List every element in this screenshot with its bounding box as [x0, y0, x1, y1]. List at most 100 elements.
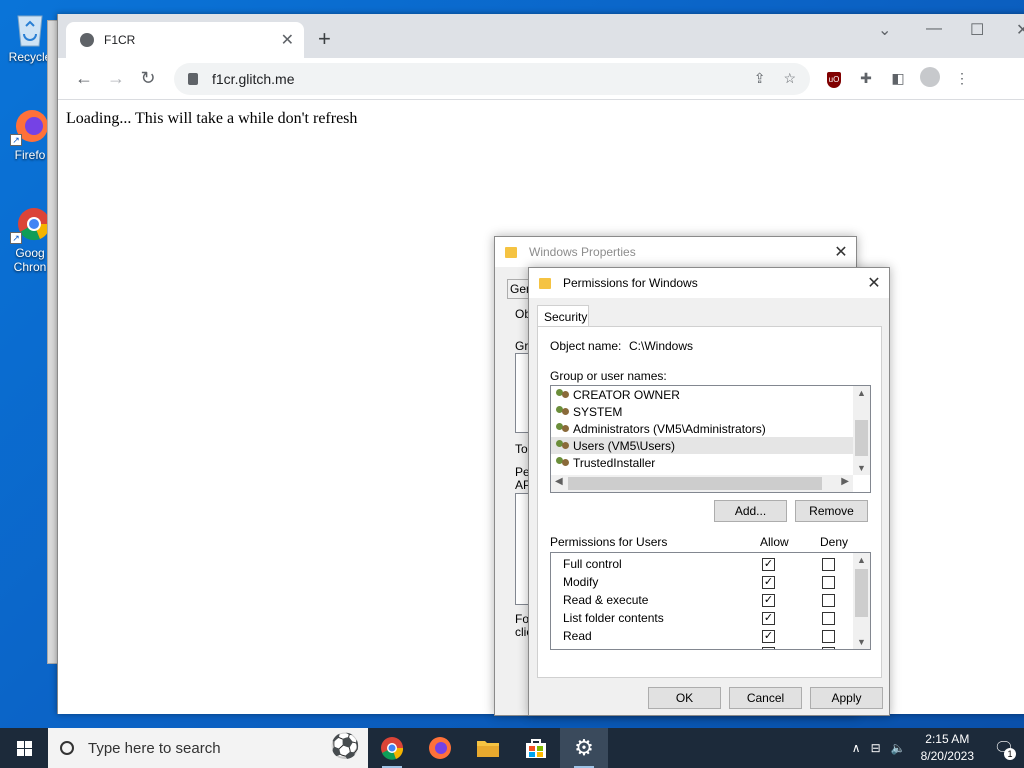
scroll-down-arrow-icon[interactable]: ▼: [853, 637, 870, 647]
firefox-icon: [429, 737, 451, 759]
list-item[interactable]: SYSTEM: [551, 403, 853, 420]
store-bag-icon: [526, 739, 546, 758]
scroll-down-arrow-icon[interactable]: ▼: [853, 463, 870, 473]
ublock-extension-icon[interactable]: uO: [818, 69, 850, 88]
taskbar-store-button[interactable]: [512, 728, 560, 768]
bookmark-star-icon[interactable]: ☆: [783, 70, 796, 87]
horizontal-scrollbar[interactable]: ◀ ▶: [551, 475, 853, 492]
clock[interactable]: 2:15 AM 8/20/2023: [911, 731, 984, 765]
taskbar-search-box[interactable]: Type here to search ⚽: [48, 728, 368, 768]
object-name-value: C:\Windows: [629, 339, 694, 353]
maximize-button[interactable]: ☐: [970, 20, 984, 40]
dialog-titlebar: Windows Properties ✕: [495, 237, 856, 267]
permission-name: Full control: [563, 557, 622, 571]
list-item-selected[interactable]: Users (VM5\Users): [551, 437, 853, 454]
tab-close-icon[interactable]: ✕: [281, 30, 294, 50]
vertical-scrollbar[interactable]: ▲ ▼: [853, 553, 870, 649]
cancel-button[interactable]: Cancel: [729, 687, 802, 709]
side-panel-icon[interactable]: ◧: [882, 70, 914, 87]
recycle-bin-icon: [10, 8, 50, 48]
close-window-button[interactable]: ✕: [1016, 20, 1024, 40]
scroll-left-arrow-icon[interactable]: ◀: [555, 476, 563, 487]
dialog-title: Windows Properties: [529, 245, 636, 259]
back-button[interactable]: ←: [68, 68, 100, 89]
tab-security[interactable]: Security: [537, 305, 589, 327]
allow-checkbox[interactable]: ✓: [762, 630, 775, 643]
new-tab-button[interactable]: +: [318, 26, 331, 52]
users-group-icon: [555, 405, 571, 418]
allow-checkbox-partial[interactable]: [762, 647, 775, 649]
list-item[interactable]: CREATOR OWNER: [551, 386, 853, 403]
folder-icon: [505, 246, 517, 258]
list-item[interactable]: TrustedInstaller: [551, 454, 853, 471]
apply-button[interactable]: Apply: [810, 687, 883, 709]
deny-checkbox[interactable]: [822, 630, 835, 643]
dialog-titlebar: Permissions for Windows ✕: [529, 268, 889, 298]
forward-button[interactable]: →: [100, 68, 132, 89]
deny-checkbox-partial[interactable]: [822, 647, 835, 649]
dialog-close-icon[interactable]: ✕: [826, 242, 856, 262]
url-text: f1cr.glitch.me: [212, 70, 295, 87]
reload-button[interactable]: ↻: [132, 68, 164, 89]
scroll-up-arrow-icon[interactable]: ▲: [853, 388, 870, 398]
menu-kebab-icon[interactable]: ⋮: [946, 70, 978, 87]
clock-date: 8/20/2023: [920, 749, 974, 763]
vertical-scrollbar[interactable]: ▲ ▼: [853, 386, 870, 475]
permission-name: Read: [563, 629, 592, 643]
object-name-label: Object name:: [550, 339, 622, 353]
tab-search-chevron-icon[interactable]: ⌄: [878, 20, 891, 40]
shortcut-arrow-icon: ↗: [10, 232, 22, 244]
taskbar-chrome-button[interactable]: [368, 728, 416, 768]
start-button[interactable]: [0, 728, 48, 768]
allow-checkbox[interactable]: ✓: [762, 558, 775, 571]
taskbar-firefox-button[interactable]: [416, 728, 464, 768]
allow-checkbox[interactable]: ✓: [762, 594, 775, 607]
allow-column-header: Allow: [760, 535, 789, 549]
fragment-text: To: [515, 442, 528, 456]
scroll-up-arrow-icon[interactable]: ▲: [853, 555, 870, 565]
deny-checkbox[interactable]: [822, 576, 835, 589]
browser-tab[interactable]: F1CR ✕: [66, 22, 304, 58]
remove-button[interactable]: Remove: [795, 500, 868, 522]
taskbar-settings-button[interactable]: ⚙: [560, 728, 608, 768]
add-button[interactable]: Add...: [714, 500, 787, 522]
scroll-right-arrow-icon[interactable]: ▶: [841, 476, 849, 487]
list-item[interactable]: Administrators (VM5\Administrators): [551, 420, 853, 437]
permission-name: List folder contents: [563, 611, 664, 625]
users-group-icon: [555, 456, 571, 469]
group-listbox[interactable]: CREATOR OWNER SYSTEM Administrators (VM5…: [550, 385, 871, 493]
ok-button[interactable]: OK: [648, 687, 721, 709]
scrollbar-thumb[interactable]: [855, 569, 868, 617]
minimize-button[interactable]: —: [926, 20, 942, 38]
scrollbar-thumb[interactable]: [568, 477, 822, 490]
windows-logo-icon: [16, 740, 32, 756]
fragment-text: Gr: [515, 339, 529, 353]
permissions-listbox[interactable]: Full control ✓ Modify ✓ Read & execute ✓…: [550, 552, 871, 650]
chrome-icon: [381, 737, 404, 760]
scrollbar-thumb[interactable]: [855, 420, 868, 456]
firefox-icon: ↗: [10, 106, 50, 146]
search-highlight-soccer-icon: ⚽: [330, 733, 360, 760]
search-icon: [60, 741, 74, 755]
browser-toolbar: ← → ↻ f1cr.glitch.me ⇪ ☆ uO ✚ ◧ ⋮: [58, 58, 1024, 100]
users-group-icon: [555, 439, 571, 452]
address-bar[interactable]: f1cr.glitch.me ⇪ ☆: [174, 62, 810, 95]
network-icon[interactable]: ⊟: [866, 741, 886, 755]
profile-avatar-icon[interactable]: [914, 67, 946, 90]
share-icon[interactable]: ⇪: [754, 70, 766, 87]
allow-checkbox[interactable]: ✓: [762, 576, 775, 589]
extensions-puzzle-icon[interactable]: ✚: [850, 70, 882, 87]
permission-name: Modify: [563, 575, 599, 589]
deny-checkbox[interactable]: [822, 558, 835, 571]
notification-center-button[interactable]: 🗨 1: [984, 728, 1024, 768]
group-name: Administrators (VM5\Administrators): [573, 421, 766, 436]
deny-checkbox[interactable]: [822, 594, 835, 607]
folder-icon: [539, 277, 551, 289]
group-name: CREATOR OWNER: [573, 387, 680, 402]
volume-icon[interactable]: 🔈: [886, 741, 911, 755]
deny-checkbox[interactable]: [822, 612, 835, 625]
allow-checkbox[interactable]: ✓: [762, 612, 775, 625]
show-hidden-icons-chevron-icon[interactable]: ∧: [847, 741, 866, 755]
dialog-close-icon[interactable]: ✕: [859, 273, 889, 293]
taskbar-file-explorer-button[interactable]: [464, 728, 512, 768]
